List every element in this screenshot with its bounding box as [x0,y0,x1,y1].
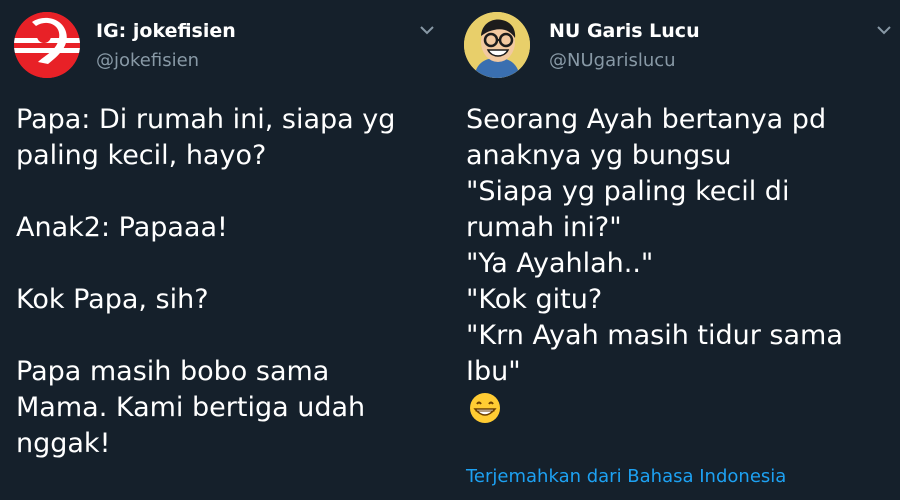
chevron-down-icon[interactable] [874,22,894,36]
tweet-line: Kok Papa, sih? [16,284,209,315]
tweet-line: Ibu" [466,356,521,387]
tweet-line: Papa masih bobo sama [16,356,330,387]
chevron-down-icon[interactable] [417,22,437,36]
tweet-line: rumah ini?" [466,212,622,243]
tweet-line: nggak! [16,428,111,459]
logo-9-icon [14,12,80,78]
tweet-paragraph: Papa masih bobo sama Mama. Kami bertiga … [16,354,436,462]
handle[interactable]: @NUgarislucu [549,50,676,71]
tweet-line: "Ya Ayahlah.." [466,248,654,279]
tweet-line: Mama. Kami bertiga udah [16,392,366,423]
translate-link[interactable]: Terjemahkan dari Bahasa Indonesia [466,466,786,487]
tweet-line: Papa: Di rumah ini, siapa yg [16,104,396,135]
avatar[interactable] [464,12,530,78]
caricature-avatar-icon [464,12,530,78]
tweet-line: "Kok gitu? [466,284,603,315]
tweet-line: paling kecil, hayo? [16,140,267,171]
tweet-nugarislucu: NU Garis Lucu @NUgarislucu Seorang Ayah … [450,0,900,500]
tweet-paragraph: Kok Papa, sih? [16,282,436,318]
tweet-paragraph: Anak2: Papaaa! [16,210,436,246]
tweet-jokefisien: IG: jokefisien @jokefisien Papa: Di ruma… [0,0,450,500]
tweet-line: "Krn Ayah masih tidur sama [466,320,843,351]
display-name[interactable]: NU Garis Lucu [549,20,700,42]
display-name[interactable]: IG: jokefisien [96,20,236,42]
tweet-paragraph: Papa: Di rumah ini, siapa yg paling keci… [16,102,436,174]
tweet-line: "Siapa yg paling kecil di [466,176,790,207]
avatar[interactable] [14,12,80,78]
tweet-line: anaknya yg bungsu [466,140,732,171]
tweet-line: Anak2: Papaaa! [16,212,228,243]
tweet-text: Papa: Di rumah ini, siapa yg paling keci… [16,102,436,462]
tweet-line: Seorang Ayah bertanya pd [466,104,827,135]
handle[interactable]: @jokefisien [96,50,199,71]
tweet-text: Seorang Ayah bertanya pd anaknya yg bung… [466,102,886,426]
grinning-face-icon [466,390,506,426]
